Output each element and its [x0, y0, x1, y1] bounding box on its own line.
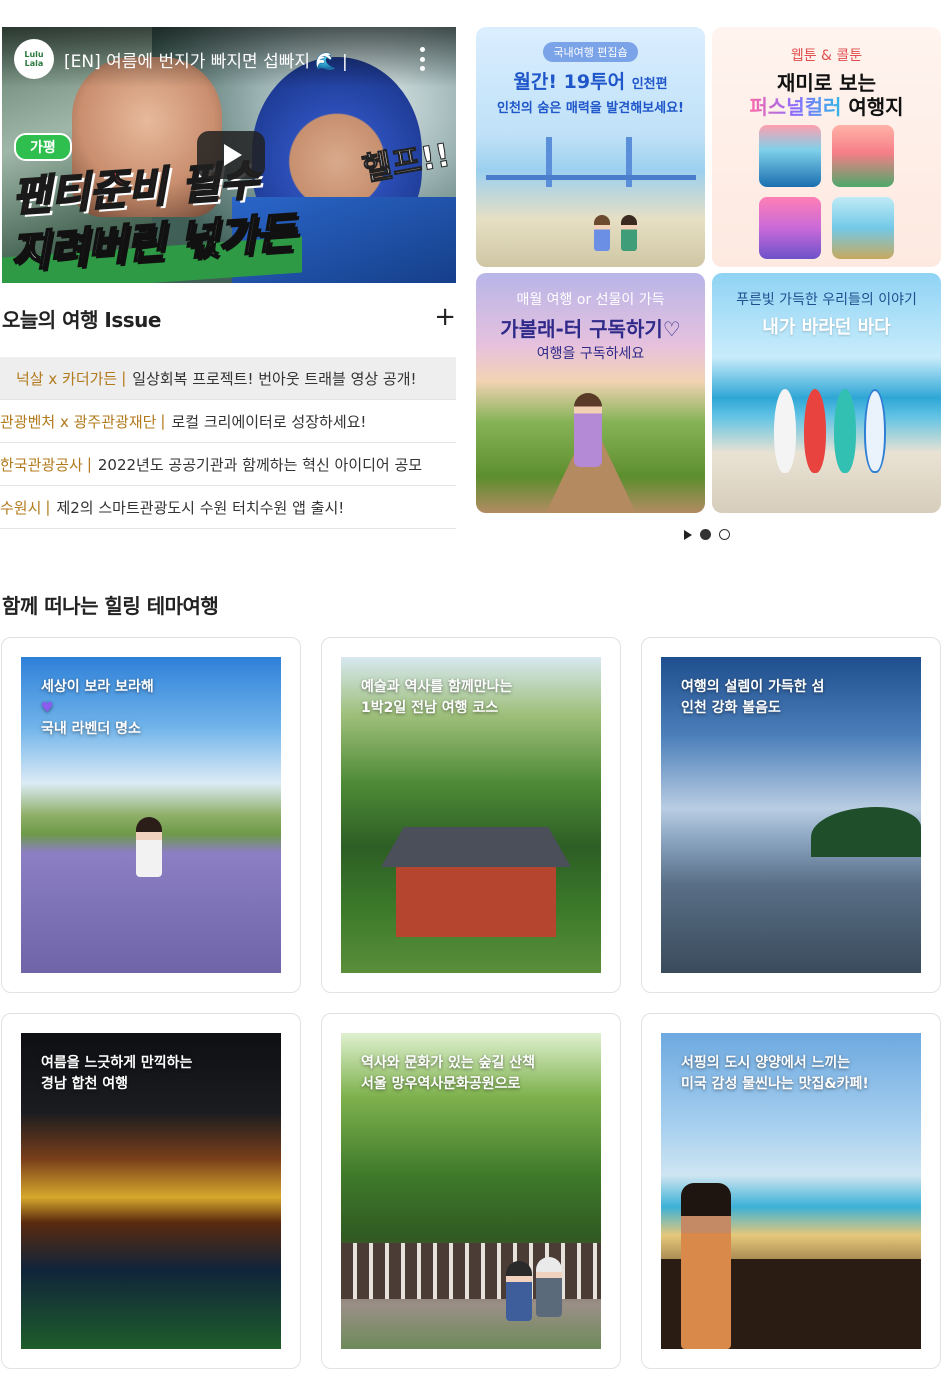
- issue-separator: |: [45, 498, 51, 516]
- issue-item[interactable]: 수원시 | 제2의 스마트관광도시 수원 터치수원 앱 출시!: [0, 486, 456, 529]
- play-button-icon[interactable]: [197, 131, 265, 179]
- banner-title: 가볼래-터 구독하기♡: [500, 317, 681, 341]
- banner-category: 웹툰 & 콜툰: [790, 48, 863, 64]
- issue-list: 넉살 x 카더가든 | 일상회복 프로젝트! 번아웃 트래블 영상 공개! 관광벤…: [0, 357, 456, 529]
- caption-line-1: 여행의 설렘이 가득한 섬: [681, 679, 825, 695]
- banner-caption: 여행을 구독하세요: [536, 346, 645, 362]
- theme-section-title: 함께 떠나는 힐링 테마여행: [2, 594, 219, 618]
- issue-more-plus-icon[interactable]: +: [434, 304, 456, 330]
- caption-line-2: 서울 망우역사문화공원으로: [361, 1076, 521, 1092]
- issue-text: 로컬 크리에이터로 성장하세요!: [171, 412, 367, 431]
- theme-card-caption: 역사와 문화가 있는 숲길 산책 서울 망우역사문화공원으로: [361, 1053, 591, 1095]
- channel-logo-text-1: Lulu: [24, 50, 44, 59]
- banner-title: 내가 바라던 바다: [762, 317, 891, 338]
- channel-logo[interactable]: Lulu Lala: [14, 39, 54, 79]
- surfboard-illustration: [774, 389, 796, 473]
- color-tile-image: [832, 125, 894, 187]
- theme-card-caption: 예술과 역사를 함께만나는 1박2일 전남 여행 코스: [361, 677, 591, 719]
- bridge-illustration: [486, 137, 696, 187]
- issue-item[interactable]: 한국관광공사 | 2022년도 공공기관과 함께하는 혁신 아이디어 공모: [0, 443, 456, 486]
- banner-subtitle: 푸른빛 가득한 우리들의 이야기: [736, 292, 917, 308]
- color-tile-image: [759, 197, 821, 259]
- issue-header: 오늘의 여행 Issue +: [2, 304, 456, 334]
- caption-line-1: 세상이 보라 보라해: [41, 679, 154, 695]
- banner-personal-color[interactable]: 웹툰 & 콜툰 재미로 보는 퍼스널컬러 여행지: [712, 27, 941, 267]
- issue-text: 일상회복 프로젝트! 번아웃 트래블 영상 공개!: [132, 369, 417, 388]
- traveler-illustration: [574, 393, 602, 467]
- banner-subscribe[interactable]: 매월 여행 or 선물이 가득 가볼래-터 구독하기♡ 여행을 구독하세요: [476, 273, 705, 513]
- autoplay-play-icon[interactable]: [684, 529, 692, 540]
- issue-item[interactable]: 넉살 x 카더가든 | 일상회복 프로젝트! 번아웃 트래블 영상 공개!: [0, 357, 456, 400]
- banner-title-highlight: 퍼스널컬러: [749, 95, 842, 119]
- banner-sea[interactable]: 푸른빛 가득한 우리들의 이야기 내가 바라던 바다: [712, 273, 941, 513]
- banner-pager: [684, 529, 730, 540]
- issue-item[interactable]: 관광벤처 x 광주관광재단 | 로컬 크리에이터로 성장하세요!: [0, 400, 456, 443]
- theme-card-image: 서핑의 도시 양양에서 느끼는 미국 감성 물씬나는 맛집&카페!: [661, 1033, 921, 1349]
- issue-separator: |: [121, 369, 127, 387]
- caption-line-2: 미국 감성 물씬나는 맛집&카페!: [681, 1076, 869, 1092]
- theme-card-caption: 여행의 설렘이 가득한 섬 인천 강화 볼음도: [681, 677, 911, 719]
- issue-separator: |: [86, 455, 92, 473]
- banner-title: 월간! 19투어 인천편: [476, 67, 705, 94]
- theme-card-yangyang[interactable]: 서핑의 도시 양양에서 느끼는 미국 감성 물씬나는 맛집&카페!: [641, 1013, 941, 1369]
- surfboard-illustration: [804, 389, 826, 473]
- banner-title-small: 인천편: [631, 77, 668, 92]
- theme-card-image: 여름을 느긋하게 만끽하는 경남 합천 여행: [21, 1033, 281, 1349]
- pager-dot-1[interactable]: [700, 529, 711, 540]
- issue-title: 오늘의 여행 Issue: [2, 308, 161, 332]
- theme-card-mangu[interactable]: 역사와 문화가 있는 숲길 산책 서울 망우역사문화공원으로: [321, 1013, 621, 1369]
- video-title[interactable]: [EN] 여름에 번지가 빠지면 섭빠지 🌊 |: [64, 47, 348, 72]
- caption-line-2: 인천 강화 볼음도: [681, 700, 781, 716]
- more-options-icon[interactable]: [420, 47, 426, 71]
- banner-subtitle: 매월 여행 or 선물이 가득: [516, 292, 665, 308]
- theme-card-hapcheon[interactable]: 여름을 느긋하게 만끽하는 경남 합천 여행: [1, 1013, 301, 1369]
- theme-card-caption: 세상이 보라 보라해 ♥ 국내 라벤더 명소: [41, 677, 271, 740]
- color-tile-image: [759, 125, 821, 187]
- theme-card-lavender[interactable]: 세상이 보라 보라해 ♥ 국내 라벤더 명소: [1, 637, 301, 993]
- banner-subtitle: 인천의 숨은 매력을 발견해보세요!: [497, 101, 684, 116]
- surfboard-illustration: [834, 389, 856, 473]
- theme-card-image: 여행의 설렘이 가득한 섬 인천 강화 볼음도: [661, 657, 921, 973]
- channel-logo-text-2: Lala: [24, 59, 44, 68]
- issue-text: 2022년도 공공기관과 함께하는 혁신 아이디어 공모: [97, 455, 423, 474]
- caption-line-1: 서핑의 도시 양양에서 느끼는: [681, 1055, 851, 1071]
- issue-separator: |: [160, 412, 166, 430]
- banner-title-rest: 여행지: [841, 95, 904, 119]
- caption-line-2: 국내 라벤더 명소: [41, 721, 141, 737]
- issue-org: 한국관광공사: [0, 455, 83, 474]
- surfboard-illustration: [864, 389, 886, 473]
- banner-title-line2: 퍼스널컬러 여행지: [712, 91, 941, 120]
- banner-title-main: 월간! 19투어: [513, 71, 626, 93]
- caption-line-1: 여름을 느긋하게 만끽하는: [41, 1055, 193, 1071]
- heart-icon: ♥: [41, 700, 54, 716]
- kid-illustration: [621, 215, 637, 251]
- theme-card-image: 역사와 문화가 있는 숲길 산책 서울 망우역사문화공원으로: [341, 1033, 601, 1349]
- caption-line-1: 예술과 역사를 함께만나는: [361, 679, 513, 695]
- kid-illustration: [594, 215, 610, 251]
- issue-org: 넉살 x 카더가든: [16, 369, 118, 388]
- caption-line-2: 경남 합천 여행: [41, 1076, 129, 1092]
- issue-text: 제2의 스마트관광도시 수원 터치수원 앱 출시!: [56, 498, 345, 517]
- caption-line-2: 1박2일 전남 여행 코스: [361, 700, 499, 716]
- pager-dot-2[interactable]: [719, 529, 730, 540]
- theme-card-ganghwa[interactable]: 여행의 설렘이 가득한 섬 인천 강화 볼음도: [641, 637, 941, 993]
- theme-card-image: 세상이 보라 보라해 ♥ 국내 라벤더 명소: [21, 657, 281, 973]
- banner-monthly-19tour[interactable]: 국내여행 편집숍 월간! 19투어 인천편 인천의 숨은 매력을 발견해보세요!: [476, 27, 705, 267]
- issue-org: 관광벤처 x 광주관광재단: [0, 412, 157, 431]
- location-tag: 가평: [14, 133, 72, 161]
- theme-card-jeonnam[interactable]: 예술과 역사를 함께만나는 1박2일 전남 여행 코스: [321, 637, 621, 993]
- theme-card-image: 예술과 역사를 함께만나는 1박2일 전남 여행 코스: [341, 657, 601, 973]
- video-player[interactable]: Lulu Lala [EN] 여름에 번지가 빠지면 섭빠지 🌊 | 가평 팬티…: [2, 27, 456, 283]
- caption-line-1: 역사와 문화가 있는 숲길 산책: [361, 1055, 536, 1071]
- color-tile-image: [832, 197, 894, 259]
- theme-card-caption: 여름을 느긋하게 만끽하는 경남 합천 여행: [41, 1053, 271, 1095]
- banner-pill: 국내여행 편집숍: [543, 42, 638, 62]
- issue-org: 수원시: [0, 498, 42, 517]
- theme-card-caption: 서핑의 도시 양양에서 느끼는 미국 감성 물씬나는 맛집&카페!: [681, 1053, 911, 1095]
